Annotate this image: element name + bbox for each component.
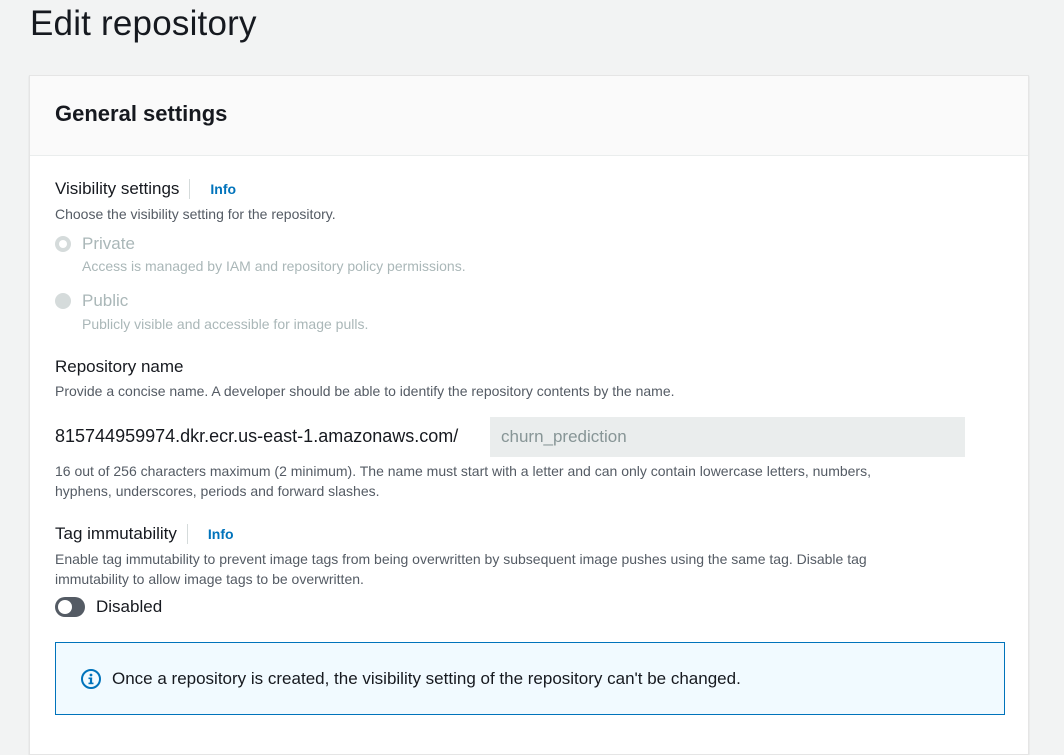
tag-immutability-description-line1: Enable tag immutability to prevent image… (55, 551, 867, 567)
visibility-settings-label: Visibility settings Info (55, 179, 236, 199)
visibility-info-link[interactable]: Info (210, 181, 236, 197)
repository-name-label: Repository name (55, 357, 184, 377)
general-settings-panel: General settings Visibility settings Inf… (29, 75, 1029, 755)
repository-name-input[interactable] (490, 417, 965, 457)
tag-immutability-toggle-row: Disabled (55, 597, 162, 617)
visibility-label-text: Visibility settings (55, 179, 180, 198)
radio-private-description: Access is managed by IAM and repository … (82, 258, 466, 274)
toggle-knob (58, 600, 72, 614)
radio-public[interactable]: Public (55, 291, 128, 311)
repository-name-constraint-line2: hyphens, underscores, periods and forwar… (55, 483, 380, 499)
panel-header: General settings (30, 76, 1028, 156)
alert-text: Once a repository is created, the visibi… (112, 668, 741, 688)
tag-immutability-label: Tag immutability Info (55, 524, 234, 544)
tag-immutability-toggle[interactable] (55, 597, 85, 617)
radio-private-label: Private (82, 234, 135, 253)
info-separator (189, 179, 191, 199)
radio-public-description: Publicly visible and accessible for imag… (82, 316, 369, 332)
info-circle-icon (81, 668, 101, 689)
visibility-description: Choose the visibility setting for the re… (55, 206, 336, 222)
radio-public-indicator[interactable] (55, 293, 71, 309)
repository-uri-prefix: 815744959974.dkr.ecr.us-east-1.amazonaws… (55, 426, 459, 446)
visibility-info-alert: Once a repository is created, the visibi… (55, 642, 1005, 715)
radio-private-indicator[interactable] (55, 236, 71, 252)
tag-immutability-toggle-label: Disabled (96, 597, 163, 616)
repository-name-label-text: Repository name (55, 357, 184, 376)
page-title: Edit repository (30, 4, 257, 43)
repository-name-description: Provide a concise name. A developer shou… (55, 383, 675, 399)
repository-name-constraint-line1: 16 out of 256 characters maximum (2 mini… (55, 463, 871, 479)
tag-immutability-label-text: Tag immutability (55, 524, 177, 543)
radio-public-label: Public (82, 291, 129, 310)
radio-private[interactable]: Private (55, 234, 135, 254)
tag-immutability-info-link[interactable]: Info (208, 526, 234, 542)
info-separator (186, 524, 188, 544)
panel-title: General settings (55, 101, 228, 126)
tag-immutability-description-line2: immutability to allow image tags to be o… (55, 571, 364, 587)
